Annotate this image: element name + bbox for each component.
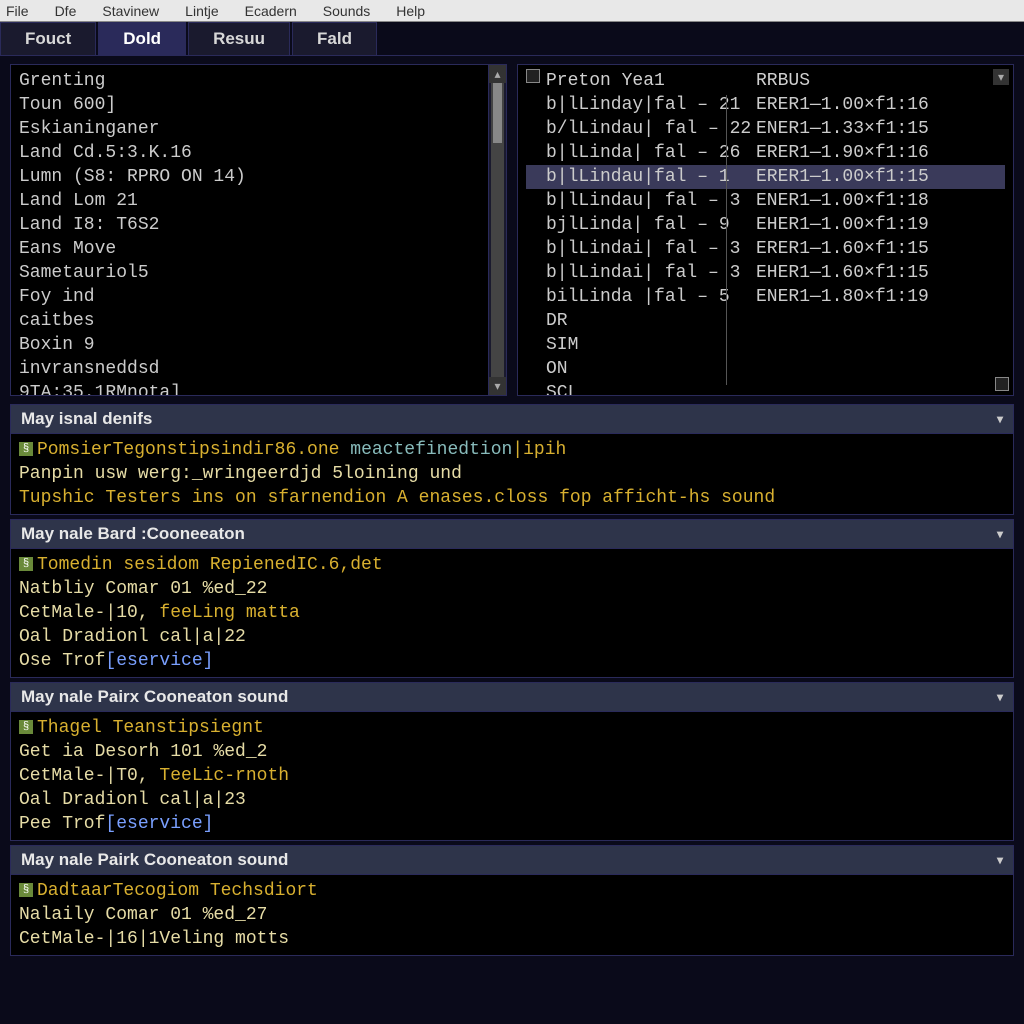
- section-body: §Tomedin sesidom RepienedIC.6,detNatbliy…: [10, 549, 1014, 678]
- menu-help[interactable]: Help: [396, 3, 425, 19]
- log-line: CetMale-|T0, TeeLic-rnoth: [19, 764, 1005, 788]
- log-line: §Thagel Teanstipsiegnt: [19, 716, 1005, 740]
- list-item[interactable]: 9TA:35.1RMnota]: [19, 381, 480, 395]
- header-checkbox[interactable]: [526, 69, 540, 83]
- log-line: Oal Dradionl cal|a|23: [19, 788, 1005, 812]
- tab-fouct[interactable]: Fouct: [0, 22, 96, 55]
- scroll-down-icon[interactable]: ▾: [489, 377, 506, 395]
- list-item[interactable]: Sametauriol5: [19, 261, 480, 285]
- table-row[interactable]: b|lLinday|fal – 21ERER1—1.00×f1:16: [526, 93, 1005, 117]
- scroll-thumb[interactable]: [493, 83, 502, 143]
- table-row[interactable]: b|lLindai| fal – 3ERER1—1.60×f1:15: [526, 237, 1005, 261]
- section-title: May isnal denifs: [21, 409, 152, 429]
- log-line: CetMale-|10, feeLing matta: [19, 601, 1005, 625]
- right-table[interactable]: Preton Yea1RRBUSb|lLinday|fal – 21ERER1—…: [518, 65, 1013, 395]
- left-scrollbar[interactable]: ▴ ▾: [488, 65, 506, 395]
- section: May nale Bard :Cooneeaton ▾ §Tomedin sesid…: [10, 519, 1014, 678]
- menu-bar: File Dfe Stavinew Lintje Ecadern Sounds Help: [0, 0, 1024, 22]
- table-footer-line: DR: [526, 309, 1005, 333]
- table-row[interactable]: bjlLinda| fal – 9EHER1—1.00×f1:19: [526, 213, 1005, 237]
- table-row[interactable]: b|lLindau|fal – 1ERER1—1.00×f1:15: [526, 165, 1005, 189]
- table-row[interactable]: b|lLindai| fal – 3EHER1—1.60×f1:15: [526, 261, 1005, 285]
- log-line: Ose Trof[eservice]: [19, 649, 1005, 673]
- log-line: §Tomedin sesidom RepienedIC.6,det: [19, 553, 1005, 577]
- list-item[interactable]: Toun 600]: [19, 93, 480, 117]
- col-header-2[interactable]: RRBUS: [756, 69, 996, 93]
- table-row[interactable]: bilLinda |fal – 5ENER1—1.80×f1:19: [526, 285, 1005, 309]
- right-table-panel: Preton Yea1RRBUSb|lLinday|fal – 21ERER1—…: [517, 64, 1014, 396]
- section-header[interactable]: May nale Pairk Cooneaton sound ▾: [10, 845, 1014, 875]
- section: May nale Pairk Cooneaton sound ▾ §DadtaarT…: [10, 845, 1014, 956]
- menu-file[interactable]: File: [6, 3, 29, 19]
- list-item[interactable]: caitbes: [19, 309, 480, 333]
- list-item[interactable]: Boxin 9: [19, 333, 480, 357]
- menu-stavinew[interactable]: Stavinew: [102, 3, 159, 19]
- log-line: Oal Dradionl cal|a|22: [19, 625, 1005, 649]
- col-header-1[interactable]: Preton Yea1: [546, 69, 756, 93]
- log-line: Panpin usw werg:_wringeerdjd 5loining un…: [19, 462, 1005, 486]
- table-row[interactable]: b/lLindau| fal – 22ENER1—1.33×f1:15: [526, 117, 1005, 141]
- table-footer-line: ON: [526, 357, 1005, 381]
- list-item[interactable]: Land I8: T6S2: [19, 213, 480, 237]
- section-title: May nale Pairx Cooneaton sound: [21, 687, 288, 707]
- tab-strip: FouctDoldResuuFald: [0, 22, 1024, 56]
- dropdown-icon[interactable]: ▾: [993, 69, 1009, 85]
- corner-checkbox[interactable]: [995, 377, 1009, 391]
- menu-sounds[interactable]: Sounds: [323, 3, 370, 19]
- log-line: §DadtaarTecogiom Techsdiort: [19, 879, 1005, 903]
- list-item[interactable]: invransneddsd: [19, 357, 480, 381]
- section-body: §PomsierTegonstipsindiг86.one meactefine…: [10, 434, 1014, 515]
- tab-fald[interactable]: Fald: [292, 22, 377, 55]
- column-divider: [726, 95, 727, 385]
- list-item[interactable]: Grenting: [19, 69, 480, 93]
- left-list-panel: GrentingToun 600]EskianinganerLand Cd.5:…: [10, 64, 507, 396]
- list-item[interactable]: Foy ind: [19, 285, 480, 309]
- log-line: Get ia Desorh 101 %ed_2: [19, 740, 1005, 764]
- table-footer-line: SIM: [526, 333, 1005, 357]
- menu-lintje[interactable]: Lintje: [185, 3, 218, 19]
- table-row[interactable]: b|lLinda| fal – 26ERER1—1.90×f1:16: [526, 141, 1005, 165]
- menu-ecadern[interactable]: Ecadern: [245, 3, 297, 19]
- chevron-down-icon[interactable]: ▾: [997, 412, 1003, 426]
- chevron-down-icon[interactable]: ▾: [997, 690, 1003, 704]
- section-title: May nale Pairk Cooneaton sound: [21, 850, 288, 870]
- log-line: §PomsierTegonstipsindiг86.one meactefine…: [19, 438, 1005, 462]
- section-header[interactable]: May nale Bard :Cooneeaton ▾: [10, 519, 1014, 549]
- log-line: Pee Trof[eservice]: [19, 812, 1005, 836]
- table-footer-line: SCL: [526, 381, 1005, 395]
- table-row[interactable]: b|lLindau| fal – 3ENER1—1.00×f1:18: [526, 189, 1005, 213]
- chevron-down-icon[interactable]: ▾: [997, 527, 1003, 541]
- menu-dfe[interactable]: Dfe: [55, 3, 77, 19]
- list-item[interactable]: Land Cd.5:3.K.16: [19, 141, 480, 165]
- section: May nale Pairx Cooneaton sound ▾ §Thagel T…: [10, 682, 1014, 841]
- log-line: CetMale-|16|1Veling motts: [19, 927, 1005, 951]
- chevron-down-icon[interactable]: ▾: [997, 853, 1003, 867]
- section-title: May nale Bard :Cooneeaton: [21, 524, 245, 544]
- log-line: Nalaily Comar 01 %ed_27: [19, 903, 1005, 927]
- section-header[interactable]: May nale Pairx Cooneaton sound ▾: [10, 682, 1014, 712]
- list-item[interactable]: Lumn (S8: RPRO ON 14): [19, 165, 480, 189]
- section-header[interactable]: May isnal denifs ▾: [10, 404, 1014, 434]
- log-line: Tupshic Testers ins on sfarnendion A ena…: [19, 486, 1005, 510]
- left-list[interactable]: GrentingToun 600]EskianinganerLand Cd.5:…: [11, 65, 488, 395]
- list-item[interactable]: Eskianinganer: [19, 117, 480, 141]
- tab-dold[interactable]: Dold: [98, 22, 186, 55]
- section-body: §DadtaarTecogiom TechsdiortNalaily Comar…: [10, 875, 1014, 956]
- section-body: §Thagel TeanstipsiegntGet ia Desorh 101 …: [10, 712, 1014, 841]
- list-item[interactable]: Eans Move: [19, 237, 480, 261]
- section: May isnal denifs ▾ §PomsierTegonstipsindiг…: [10, 404, 1014, 515]
- log-line: Natbliy Comar 01 %ed_22: [19, 577, 1005, 601]
- list-item[interactable]: Land Lom 21: [19, 189, 480, 213]
- tab-resuu[interactable]: Resuu: [188, 22, 290, 55]
- scroll-up-icon[interactable]: ▴: [489, 65, 506, 83]
